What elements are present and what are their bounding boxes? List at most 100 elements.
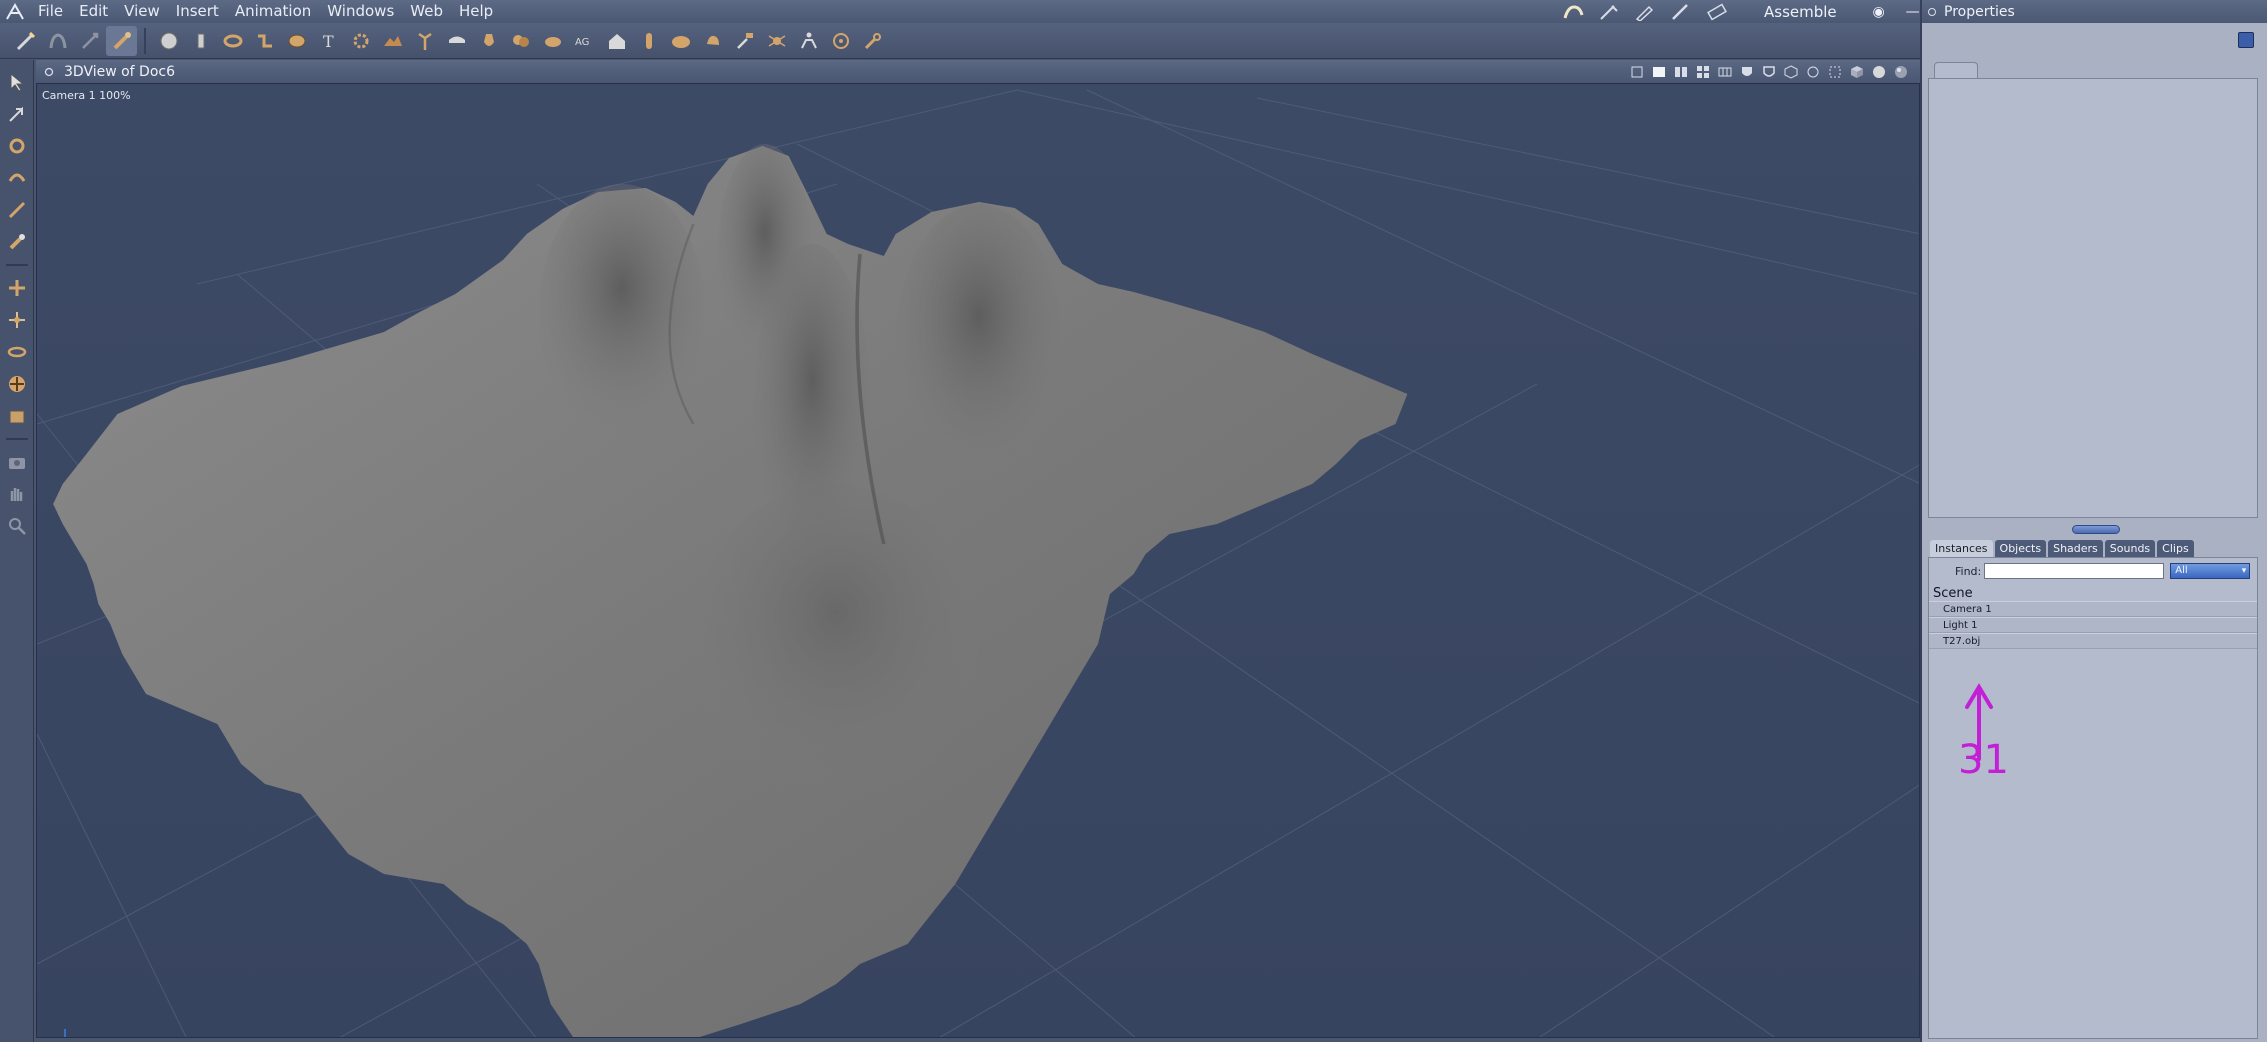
stretch-tool-icon[interactable] xyxy=(74,26,105,56)
scale-tool-icon[interactable] xyxy=(0,304,34,336)
figure-icon[interactable] xyxy=(793,26,824,56)
light-icon[interactable] xyxy=(1804,63,1822,81)
view-close-icon[interactable] xyxy=(42,65,56,79)
camera-label: Camera 1 100% xyxy=(42,89,131,102)
house-icon[interactable] xyxy=(601,26,632,56)
grab-tool-icon[interactable] xyxy=(42,26,73,56)
shield-outline-icon[interactable] xyxy=(1760,63,1778,81)
gear-icon[interactable] xyxy=(345,26,376,56)
metaball-icon[interactable] xyxy=(505,26,536,56)
bug-icon[interactable] xyxy=(761,26,792,56)
menu-edit[interactable]: Edit xyxy=(71,0,116,23)
find-label: Find: xyxy=(1955,564,1982,578)
menu-insert[interactable]: Insert xyxy=(168,0,227,23)
shield-icon[interactable] xyxy=(1738,63,1756,81)
tab-sounds[interactable]: Sounds xyxy=(2104,540,2156,557)
visibility-icon[interactable]: ◉ xyxy=(1867,4,1891,20)
cylinder-icon[interactable] xyxy=(185,26,216,56)
text-icon[interactable]: T xyxy=(313,26,344,56)
wrench-icon[interactable] xyxy=(857,26,888,56)
rotate-tool-icon[interactable] xyxy=(0,130,34,162)
svg-text:T: T xyxy=(323,32,334,51)
menu-web[interactable]: Web xyxy=(402,0,451,23)
layout-grid-icon[interactable] xyxy=(1716,63,1734,81)
clouds-icon[interactable] xyxy=(537,26,568,56)
menu-windows[interactable]: Windows xyxy=(319,0,402,23)
sphere-icon[interactable] xyxy=(153,26,184,56)
pipe-icon[interactable] xyxy=(249,26,280,56)
lathe-icon[interactable] xyxy=(441,26,472,56)
panel-splitter[interactable] xyxy=(2072,525,2120,534)
tab-objects[interactable]: Objects xyxy=(1994,540,2047,557)
ruler-tool-icon[interactable] xyxy=(1704,2,1730,22)
universal-tool-icon[interactable] xyxy=(0,368,34,400)
hand-icon[interactable] xyxy=(697,26,728,56)
properties-close-icon[interactable] xyxy=(1928,7,1936,16)
scene-tree: Scene Camera 1 Light 1 T27.obj xyxy=(1929,586,2257,649)
mode-label[interactable]: Assemble xyxy=(1764,3,1837,21)
cube-icon[interactable] xyxy=(1848,63,1866,81)
tree-item-camera[interactable]: Camera 1 xyxy=(1929,601,2257,617)
terrain-icon[interactable] xyxy=(377,26,408,56)
rotate-axis-icon[interactable] xyxy=(0,336,34,368)
properties-panel xyxy=(1928,28,2262,520)
layout-quad-icon[interactable] xyxy=(1694,63,1712,81)
pin-icon[interactable] xyxy=(2238,32,2254,48)
toolbox-separator xyxy=(6,264,28,266)
3d-view-panel: 3DView of Doc6 Camera 1 100% xyxy=(36,60,1920,1042)
find-row: Find: All ▾ xyxy=(1929,560,2257,582)
wand-tool-icon[interactable] xyxy=(10,26,41,56)
tree-root-scene[interactable]: Scene xyxy=(1929,586,2257,601)
move-arrow-icon[interactable] xyxy=(0,98,34,130)
tab-instances[interactable]: Instances xyxy=(1930,540,1993,557)
brush-icon[interactable] xyxy=(106,25,137,56)
dotted-box-icon[interactable] xyxy=(1826,63,1844,81)
pan-hand-icon[interactable] xyxy=(0,478,34,510)
pen-tool-icon[interactable] xyxy=(1632,2,1658,22)
tree-item-light[interactable]: Light 1 xyxy=(1929,617,2257,633)
vase-icon[interactable] xyxy=(473,26,504,56)
brush-tool-icon[interactable] xyxy=(1596,2,1622,22)
menu-view[interactable]: View xyxy=(116,0,168,23)
browser-tabs: Instances Objects Shaders Sounds Clips xyxy=(1928,540,2262,557)
text3d-icon[interactable]: AG xyxy=(569,26,600,56)
textured-sphere-icon[interactable] xyxy=(1892,63,1910,81)
torus-icon[interactable] xyxy=(217,26,248,56)
bottle-icon[interactable] xyxy=(633,26,664,56)
menu-bar: File Edit View Insert Animation Windows … xyxy=(0,0,1987,23)
target-icon[interactable] xyxy=(825,26,856,56)
hand-tool-icon[interactable] xyxy=(1560,2,1586,22)
tree-item-object[interactable]: T27.obj xyxy=(1929,633,2257,649)
zoom-icon[interactable] xyxy=(0,510,34,542)
layout-split-icon[interactable] xyxy=(1672,63,1690,81)
box-tool-icon[interactable] xyxy=(0,400,34,432)
menu-file[interactable]: File xyxy=(30,0,71,23)
position-tool-icon[interactable] xyxy=(0,272,34,304)
bowl-icon[interactable] xyxy=(665,26,696,56)
app-logo-icon[interactable] xyxy=(0,0,30,23)
tab-clips[interactable]: Clips xyxy=(2157,540,2194,557)
chevron-down-icon: ▾ xyxy=(2241,566,2247,576)
plant-icon[interactable] xyxy=(409,26,440,56)
layout-single-icon[interactable] xyxy=(1650,63,1668,81)
3d-viewport[interactable]: Camera 1 100% xyxy=(36,83,1920,1038)
filter-select[interactable]: All ▾ xyxy=(2170,563,2251,579)
tab-shaders[interactable]: Shaders xyxy=(2048,540,2103,557)
find-input[interactable] xyxy=(1984,563,2165,579)
paint-tool-icon[interactable] xyxy=(0,226,34,258)
menu-animation[interactable]: Animation xyxy=(227,0,319,23)
cube-wire-icon[interactable] xyxy=(1782,63,1800,81)
menu-help[interactable]: Help xyxy=(451,0,501,23)
main-toolbar: T AG xyxy=(0,23,1920,59)
properties-tab[interactable] xyxy=(1934,62,1978,78)
link-tool-icon[interactable] xyxy=(0,194,34,226)
twist-tool-icon[interactable] xyxy=(0,162,34,194)
spring-icon[interactable] xyxy=(281,26,312,56)
select-arrow-icon[interactable] xyxy=(0,66,34,98)
pencil-tool-icon[interactable] xyxy=(1668,2,1694,22)
hammer-icon[interactable] xyxy=(729,26,760,56)
view-titlebar: 3DView of Doc6 xyxy=(36,60,1920,83)
camera-icon[interactable] xyxy=(0,446,34,478)
shaded-sphere-icon[interactable] xyxy=(1870,63,1888,81)
grid-toggle-icon[interactable] xyxy=(1628,63,1646,81)
